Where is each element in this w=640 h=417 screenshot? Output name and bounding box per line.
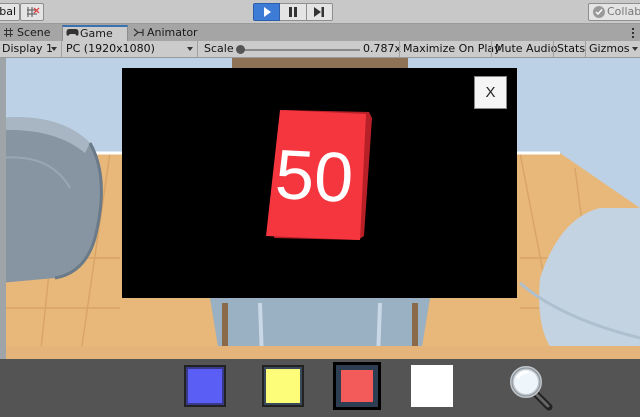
tab-scene[interactable]: Scene — [0, 25, 62, 41]
chevron-down-icon — [632, 47, 638, 51]
display-value: Display 1 — [2, 42, 54, 55]
step-button[interactable] — [306, 3, 333, 21]
game-view-controls: Display 1 PC (1920x1080) Scale 0.787x Ma… — [0, 41, 640, 58]
color-swatch-red-selected[interactable] — [333, 362, 381, 410]
color-palette-bar — [0, 359, 640, 417]
editor-tab-bar: Scene Game Animator — [0, 24, 640, 41]
pause-button[interactable] — [280, 3, 307, 21]
step-icon — [314, 7, 325, 17]
play-button[interactable] — [253, 3, 281, 21]
tab-scene-label: Scene — [17, 26, 51, 39]
maximize-on-play-toggle[interactable]: Maximize On Play — [399, 41, 504, 58]
grid-snap-icon — [27, 7, 40, 17]
number-popup: X 50 — [122, 68, 517, 298]
global-toggle-button[interactable]: bal — [0, 3, 20, 21]
color-swatch-yellow[interactable] — [262, 365, 304, 407]
gizmos-dropdown[interactable]: Gizmos — [585, 41, 640, 58]
play-icon — [263, 7, 271, 17]
scale-slider-track[interactable] — [240, 49, 360, 51]
tab-animator-label: Animator — [147, 26, 198, 39]
resolution-value: PC (1920x1080) — [66, 42, 155, 55]
number-card: 50 — [266, 110, 372, 240]
collab-label: Collab — [607, 5, 640, 18]
tab-game[interactable]: Game — [62, 25, 128, 41]
resolution-dropdown[interactable]: PC (1920x1080) — [64, 41, 198, 58]
swatch-fill-blue — [188, 369, 222, 403]
playback-controls — [253, 3, 333, 21]
color-swatch-blue[interactable] — [184, 365, 226, 407]
close-button[interactable]: X — [474, 76, 507, 109]
more-options-icon[interactable] — [628, 27, 638, 39]
scale-value: 0.787x — [363, 42, 402, 55]
viewport-edge — [0, 58, 6, 359]
scale-label: Scale — [204, 42, 234, 55]
scene-grid-icon — [4, 28, 13, 37]
chevron-down-icon — [187, 47, 193, 51]
tab-animator[interactable]: Animator — [130, 25, 210, 41]
game-viewport[interactable]: X 50 — [0, 58, 640, 359]
display-dropdown[interactable]: Display 1 — [0, 41, 62, 58]
swatch-fill-yellow — [266, 369, 300, 403]
stats-toggle[interactable]: Stats — [553, 41, 588, 58]
chevron-down-icon — [51, 47, 57, 51]
gizmos-label: Gizmos — [589, 42, 630, 55]
pivot-grid-button[interactable] — [20, 3, 44, 21]
number-card-value: 50 — [273, 135, 355, 217]
scale-slider-thumb[interactable] — [236, 45, 245, 54]
pause-icon — [288, 7, 297, 17]
gamepad-icon — [66, 29, 79, 36]
check-circle-icon — [593, 6, 605, 18]
collab-button[interactable]: Collab — [588, 3, 640, 21]
swatch-fill-red — [341, 370, 373, 402]
animator-icon — [133, 28, 144, 37]
mute-audio-toggle[interactable]: Mute Audio — [491, 41, 560, 58]
main-toolbar: bal Collab — [0, 0, 640, 24]
magnifier-icon[interactable] — [508, 363, 554, 411]
tab-game-label: Game — [80, 27, 113, 40]
color-swatch-white[interactable] — [411, 365, 453, 407]
